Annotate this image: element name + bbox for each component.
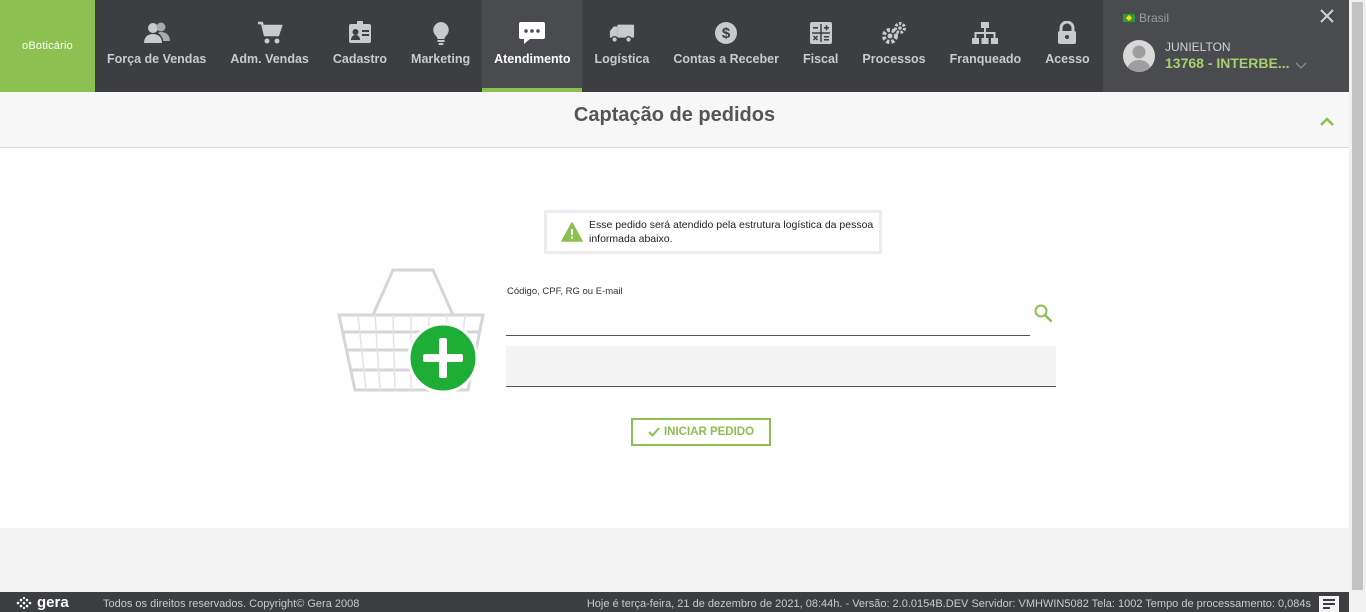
calculator-icon (808, 20, 834, 46)
logistics-alert: Esse pedido será atendido pela estrutura… (544, 210, 882, 254)
check-icon (648, 427, 660, 437)
lightbulb-icon (428, 20, 454, 46)
nav-label: Acesso (1045, 52, 1090, 66)
main-nav: Força de Vendas Adm. Vendas Cadastro Mar… (95, 0, 1102, 92)
nav-label: Logística (594, 52, 650, 66)
svg-text:$: $ (722, 25, 731, 42)
nav-label: Processos (862, 52, 926, 66)
cart-icon (257, 20, 283, 46)
nav-item-cadastro[interactable]: Cadastro (321, 0, 399, 92)
hierarchy-icon (972, 20, 999, 46)
gera-logo-icon (16, 596, 32, 609)
nav-item-fiscal[interactable]: Fiscal (791, 0, 850, 92)
nav-label: Força de Vendas (107, 52, 207, 66)
footer-bar: gera Todos os direitos reservados. Copyr… (0, 592, 1349, 612)
nav-item-logistica[interactable]: Logística (582, 0, 661, 92)
nav-label: Fiscal (802, 52, 839, 66)
start-order-button[interactable]: INICIAR PEDIDO (631, 418, 771, 446)
brand-label: oBoticário (22, 40, 73, 52)
search-icon[interactable] (1033, 303, 1053, 323)
chat-icon (519, 20, 546, 46)
scrollbar-thumb[interactable] (1352, 2, 1363, 590)
lock-icon (1054, 20, 1080, 46)
nav-label: Cadastro (332, 52, 388, 66)
add-basket-illustration (333, 260, 493, 400)
dollar-icon: $ (713, 20, 739, 46)
nav-label: Marketing (411, 52, 471, 66)
customer-result-field (506, 346, 1056, 387)
nav-item-franqueado[interactable]: Franqueado (938, 0, 1034, 92)
nav-item-forca-de-vendas[interactable]: Força de Vendas (95, 0, 218, 92)
order-capture-panel: Esse pedido será atendido pela estrutura… (0, 148, 1349, 528)
close-icon[interactable] (1317, 6, 1337, 26)
gera-logo: gera (14, 594, 69, 611)
gera-logo-text: gera (37, 594, 69, 611)
nav-item-contas-a-receber[interactable]: $ Contas a Receber (661, 0, 791, 92)
page-title: Captação de pedidos (573, 104, 776, 126)
country-selector[interactable]: Brasil (1123, 11, 1169, 25)
id-card-icon (347, 20, 373, 46)
truck-icon (609, 20, 635, 46)
copyright-text: Todos os direitos reservados. Copyright©… (103, 598, 360, 610)
user-store-code[interactable]: 13768 - INTERBE... (1165, 55, 1290, 71)
user-panel: Brasil JUNIELTON 13768 - INTERBE... (1103, 0, 1349, 92)
brand-logo[interactable]: oBoticário (0, 0, 95, 92)
page-header: Captação de pedidos (0, 92, 1349, 148)
system-info-text: Hoje é terça-feira, 21 de dezembro de 20… (586, 598, 1311, 610)
people-icon (143, 20, 170, 46)
country-label: Brasil (1139, 11, 1170, 25)
warning-icon (561, 222, 583, 242)
nav-label: Atendimento (494, 52, 571, 66)
user-name: JUNIELTON (1165, 40, 1231, 54)
chevron-up-icon[interactable] (1319, 114, 1335, 126)
brazil-flag-icon (1123, 14, 1135, 22)
chevron-down-icon[interactable] (1295, 58, 1307, 70)
nav-item-processos[interactable]: Processos (850, 0, 937, 92)
nav-item-marketing[interactable]: Marketing (399, 0, 482, 92)
search-field-label: Código, CPF, RG ou E-mail (507, 286, 623, 297)
nav-label: Adm. Vendas (230, 52, 309, 66)
gears-icon (881, 20, 907, 46)
start-order-label: INICIAR PEDIDO (663, 426, 755, 438)
avatar[interactable] (1123, 40, 1155, 72)
menu-icon[interactable] (1319, 596, 1339, 612)
alert-message: Esse pedido será atendido pela estrutura… (589, 219, 874, 245)
customer-search-input[interactable] (506, 300, 1030, 336)
nav-item-adm-vendas[interactable]: Adm. Vendas (218, 0, 321, 92)
nav-item-acesso[interactable]: Acesso (1033, 0, 1101, 92)
nav-label: Franqueado (949, 52, 1022, 66)
nav-label: Contas a Receber (673, 52, 779, 66)
nav-item-atendimento[interactable]: Atendimento (482, 0, 583, 92)
vertical-scrollbar[interactable] (1349, 0, 1366, 612)
